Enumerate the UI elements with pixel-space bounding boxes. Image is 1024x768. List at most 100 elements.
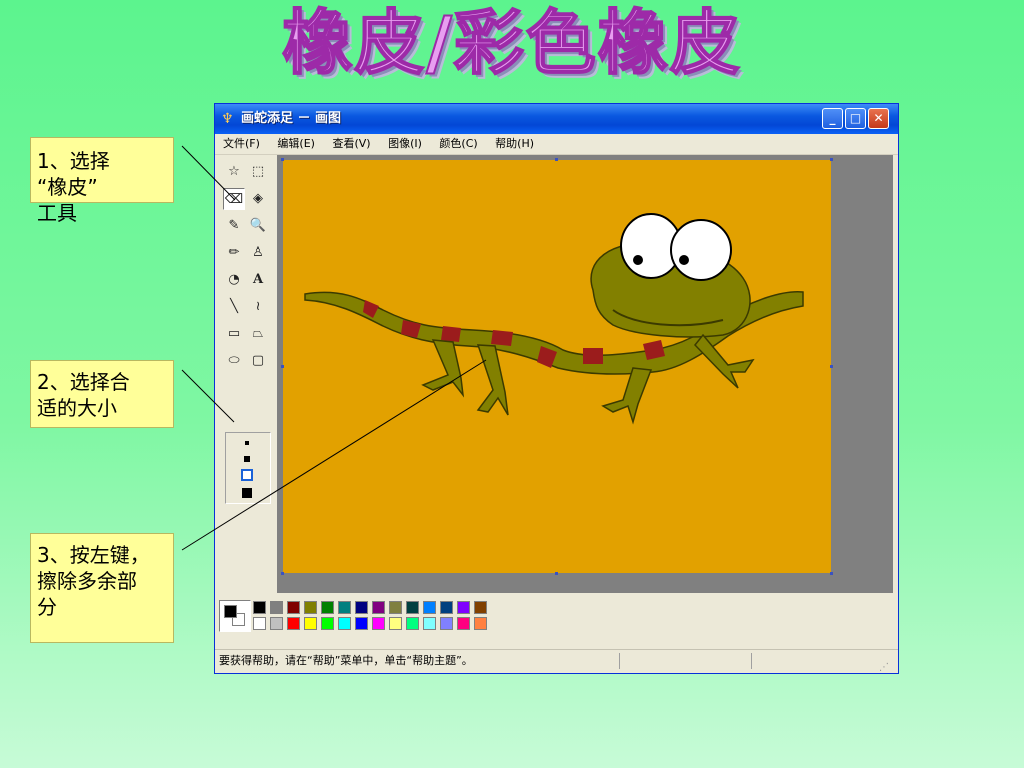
menu-edit[interactable]: 编辑(E) bbox=[277, 134, 315, 154]
current-colors bbox=[219, 600, 251, 632]
polygon-icon[interactable]: ⏢ bbox=[247, 323, 269, 345]
palette-swatch[interactable] bbox=[355, 617, 368, 630]
color-palette bbox=[215, 595, 898, 645]
eraser-size-small[interactable] bbox=[245, 441, 249, 445]
callout-line: 3、按左键， bbox=[37, 543, 150, 567]
resize-handle bbox=[830, 158, 833, 161]
eraser-size-largest[interactable] bbox=[242, 488, 252, 498]
menu-colors[interactable]: 颜色(C) bbox=[439, 134, 477, 154]
palette-swatch[interactable] bbox=[338, 601, 351, 614]
palette-swatch[interactable] bbox=[423, 601, 436, 614]
ellipse-icon[interactable]: ⬭ bbox=[223, 350, 245, 372]
canvas-area bbox=[277, 155, 893, 593]
select-icon[interactable]: ⬚ bbox=[247, 161, 269, 183]
palette-swatch[interactable] bbox=[270, 617, 283, 630]
slide-title: 橡皮/彩色橡皮 bbox=[281, 1, 742, 85]
callout-line: 适的大小 bbox=[37, 396, 117, 420]
palette-swatch[interactable] bbox=[440, 617, 453, 630]
window-title: 画蛇添足 － 画图 bbox=[241, 111, 342, 126]
magnifier-icon[interactable]: 🔍 bbox=[247, 215, 269, 237]
foreground-color[interactable] bbox=[224, 605, 237, 618]
eraser-size-medium[interactable] bbox=[244, 456, 250, 462]
status-text: 要获得帮助，请在“帮助”菜单中，单击“帮助主题”。 bbox=[219, 654, 473, 667]
menu-image[interactable]: 图像(I) bbox=[388, 134, 422, 154]
palette-swatch[interactable] bbox=[253, 617, 266, 630]
resize-handle[interactable] bbox=[830, 365, 833, 368]
callout-line: 1、选择 bbox=[37, 149, 110, 173]
callout-select-eraser: 1、选择 “橡皮” 工具 bbox=[30, 137, 174, 225]
gecko-pupil-left bbox=[633, 255, 643, 265]
callout-line: 工具 bbox=[37, 201, 77, 225]
gecko-drawing bbox=[304, 213, 804, 425]
palette-swatch[interactable] bbox=[423, 617, 436, 630]
palette-swatch[interactable] bbox=[372, 617, 385, 630]
menu-file[interactable]: 文件(F) bbox=[223, 134, 260, 154]
resize-grip-icon[interactable]: ⋰ bbox=[879, 657, 889, 679]
status-divider bbox=[751, 653, 753, 669]
palette-swatch[interactable] bbox=[355, 601, 368, 614]
palette-swatch[interactable] bbox=[304, 601, 317, 614]
palette-swatch[interactable] bbox=[287, 617, 300, 630]
airbrush-icon[interactable]: ◔ bbox=[223, 269, 245, 291]
palette-swatch[interactable] bbox=[389, 617, 402, 630]
resize-handle bbox=[281, 572, 284, 575]
callout-line: “橡皮” bbox=[37, 175, 98, 199]
line-icon[interactable]: ╲ bbox=[223, 296, 245, 318]
palette-swatch[interactable] bbox=[270, 601, 283, 614]
resize-handle[interactable] bbox=[555, 572, 558, 575]
pencil-icon[interactable]: ✏ bbox=[223, 242, 245, 264]
status-divider bbox=[619, 653, 621, 669]
resize-handle bbox=[555, 158, 558, 161]
rounded-rectangle-icon[interactable]: ▢ bbox=[247, 350, 269, 372]
palette-swatch[interactable] bbox=[474, 617, 487, 630]
pick-color-icon[interactable]: ✎ bbox=[223, 215, 245, 237]
palette-swatch[interactable] bbox=[406, 601, 419, 614]
palette-swatch[interactable] bbox=[389, 601, 402, 614]
title-bar[interactable]: ♆ 画蛇添足 － 画图 _ □ ✕ bbox=[215, 104, 898, 134]
close-button[interactable]: ✕ bbox=[868, 108, 889, 129]
eraser-size-selector bbox=[225, 432, 271, 504]
callout-line: 2、选择合 bbox=[37, 370, 130, 394]
resize-handle bbox=[281, 158, 284, 161]
callout-line: 分 bbox=[37, 595, 57, 619]
menu-help[interactable]: 帮助(H) bbox=[495, 134, 534, 154]
drawing-canvas[interactable] bbox=[283, 160, 831, 573]
callout-erase-excess: 3、按左键， 擦除多余部 分 bbox=[30, 533, 174, 643]
callout-line: 擦除多余部 bbox=[37, 569, 137, 593]
fill-bucket-icon[interactable]: ◈ bbox=[247, 188, 269, 210]
menu-view[interactable]: 查看(V) bbox=[332, 134, 370, 154]
gecko-pupil-right bbox=[679, 255, 689, 265]
text-icon[interactable]: A bbox=[247, 269, 269, 291]
palette-swatch[interactable] bbox=[457, 601, 470, 614]
maximize-icon: □ bbox=[849, 111, 862, 125]
gecko-eye-right bbox=[670, 219, 732, 281]
maximize-button[interactable]: □ bbox=[845, 108, 866, 129]
palette-swatch[interactable] bbox=[457, 617, 470, 630]
curve-icon[interactable]: ≀ bbox=[247, 296, 269, 318]
menu-bar: 文件(F) 编辑(E) 查看(V) 图像(I) 颜色(C) 帮助(H) bbox=[215, 134, 898, 155]
palette-swatch[interactable] bbox=[253, 601, 266, 614]
minimize-button[interactable]: _ bbox=[822, 108, 843, 129]
status-bar: 要获得帮助，请在“帮助”菜单中，单击“帮助主题”。 ⋰ bbox=[215, 649, 898, 673]
rectangle-icon[interactable]: ▭ bbox=[223, 323, 245, 345]
brush-icon[interactable]: ♙ bbox=[247, 242, 269, 264]
callout-select-size: 2、选择合 适的大小 bbox=[30, 360, 174, 428]
palette-swatch[interactable] bbox=[406, 617, 419, 630]
minimize-icon: _ bbox=[829, 111, 836, 125]
paint-window: ♆ 画蛇添足 － 画图 _ □ ✕ 文件(F) 编辑(E) 查看(V) 图像(I… bbox=[214, 103, 899, 674]
free-form-select-icon[interactable]: ☆ bbox=[223, 161, 245, 183]
palette-swatch[interactable] bbox=[474, 601, 487, 614]
palette-swatch[interactable] bbox=[321, 617, 334, 630]
close-icon: ✕ bbox=[873, 111, 884, 125]
palette-swatch[interactable] bbox=[287, 601, 300, 614]
palette-swatch[interactable] bbox=[372, 601, 385, 614]
eraser-icon[interactable]: ⌫ bbox=[223, 188, 245, 210]
palette-swatch[interactable] bbox=[440, 601, 453, 614]
resize-handle bbox=[281, 365, 284, 368]
resize-handle[interactable] bbox=[830, 572, 833, 575]
palette-swatch[interactable] bbox=[321, 601, 334, 614]
paint-brush-icon: ♆ bbox=[221, 111, 234, 127]
palette-swatch[interactable] bbox=[338, 617, 351, 630]
eraser-size-large[interactable] bbox=[241, 469, 253, 481]
palette-swatch[interactable] bbox=[304, 617, 317, 630]
